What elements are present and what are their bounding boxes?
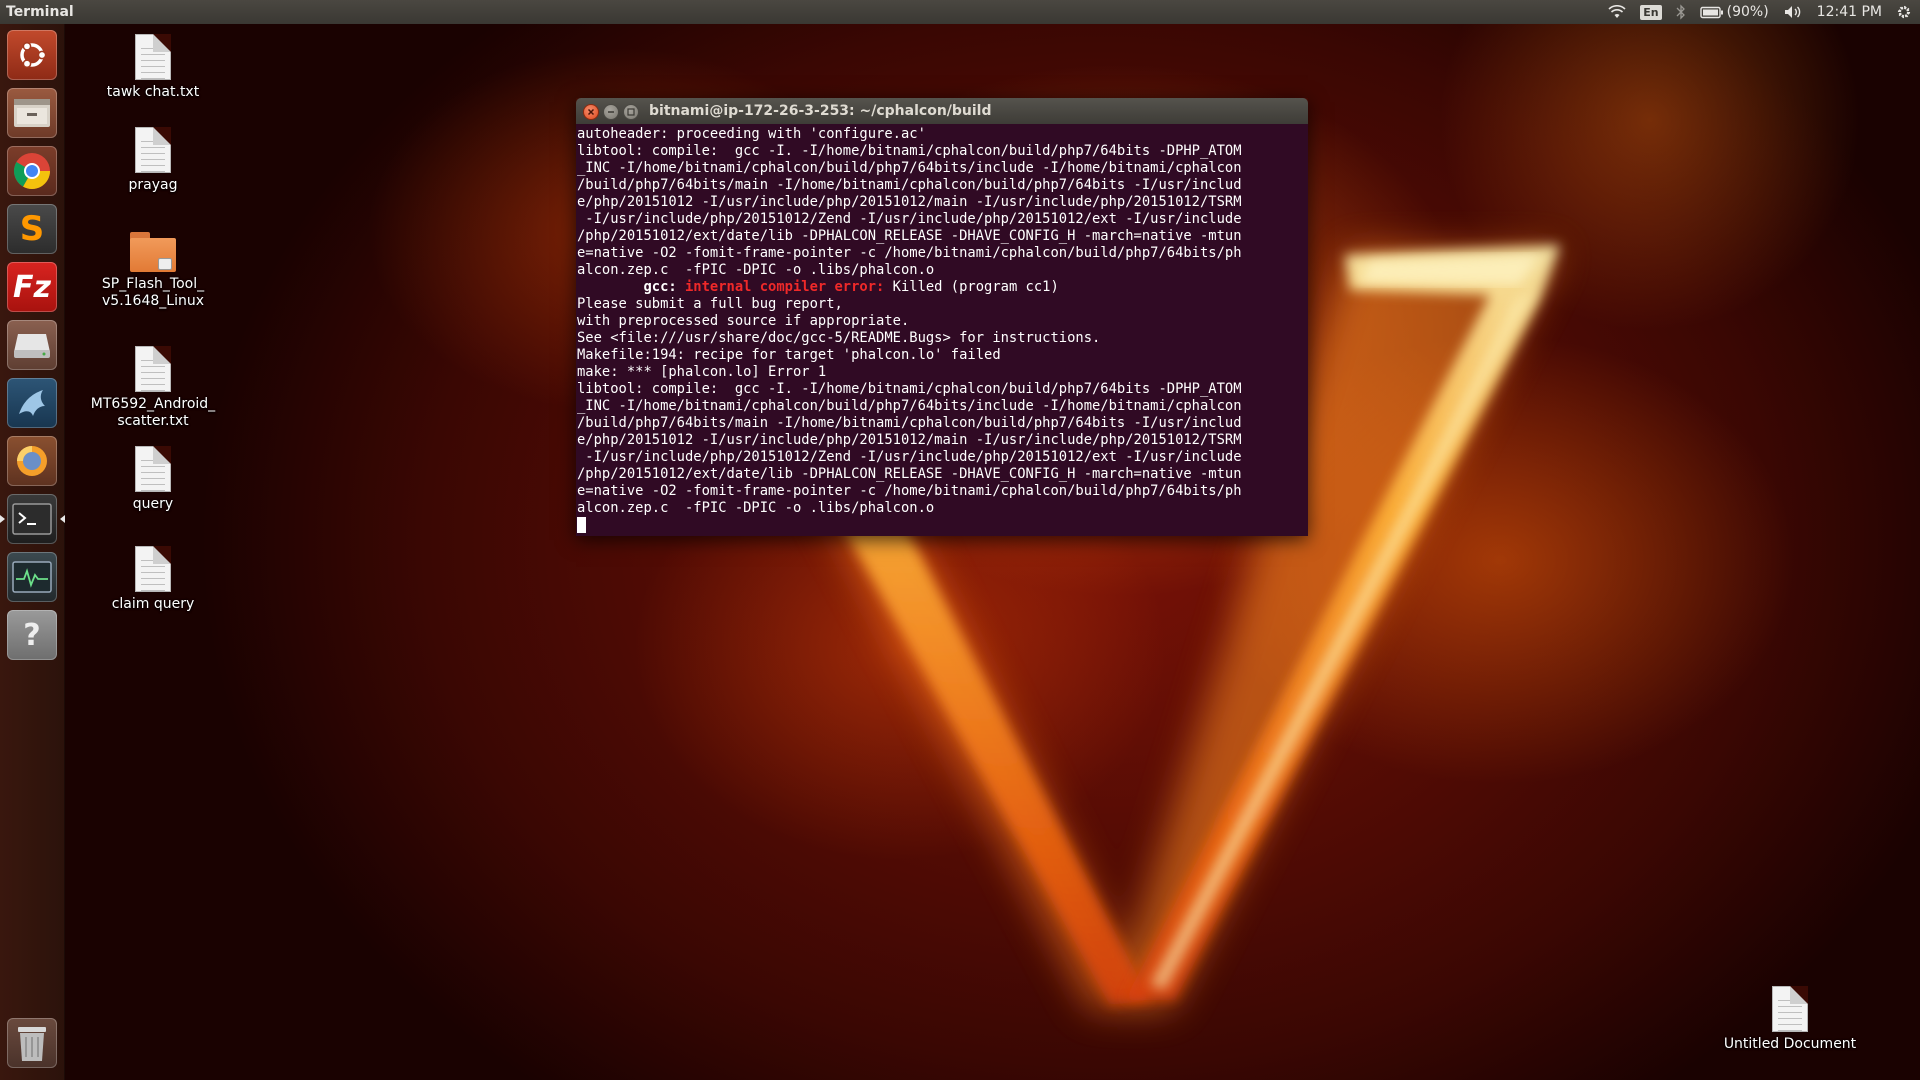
desktop-icon-mt6592-scatter[interactable]: MT6592_Android_ scatter.txt [83, 346, 223, 430]
minimize-window-button[interactable] [603, 104, 619, 120]
internal-compiler-error-text: internal compiler error: [684, 279, 885, 295]
terminal-output-line: alcon.zep.c -fPIC -DPIC -o .libs/phalcon… [577, 262, 935, 278]
unity-launcher: S Fz ? [0, 24, 65, 1080]
text-file-icon [135, 346, 171, 392]
hard-drive-icon [14, 334, 50, 358]
terminal-output-line: /php/20151012/ext/date/lib -DPHALCON_REL… [577, 466, 1242, 482]
launcher-help[interactable]: ? [7, 610, 57, 660]
desktop-icon-query[interactable]: query [83, 446, 223, 513]
launcher-mysql-workbench[interactable] [7, 378, 57, 428]
bluetooth-icon[interactable] [1676, 4, 1686, 20]
launcher-sublime-text[interactable]: S [7, 204, 57, 254]
sublime-text-icon: S [19, 209, 45, 249]
gcc-prefix: gcc: [577, 279, 685, 295]
top-panel: Terminal En (90%) 12:41 PM [0, 0, 1920, 24]
maximize-window-button[interactable] [623, 104, 639, 120]
terminal-window-title: bitnami@ip-172-26-3-253: ~/cphalcon/buil… [649, 103, 992, 119]
desktop-icon-sp-flash-tool[interactable]: SP_Flash_Tool_ v5.1648_Linux [83, 228, 223, 310]
launcher-trash[interactable] [7, 1018, 57, 1068]
text-cursor [577, 517, 586, 533]
clock[interactable]: 12:41 PM [1817, 0, 1882, 24]
terminal-output-line: Makefile:194: recipe for target 'phalcon… [577, 347, 1001, 363]
killed-message: Killed (program cc1) [884, 279, 1059, 295]
desktop-icon-label: tawk chat.txt [106, 84, 200, 100]
system-monitor-icon [12, 561, 52, 593]
terminal-output-line: libtool: compile: gcc -I. -I/home/bitnam… [577, 381, 1242, 397]
filezilla-icon: Fz [13, 269, 51, 305]
launcher-running-indicator [0, 515, 5, 523]
close-window-button[interactable] [583, 104, 599, 120]
terminal-output-line: e=native -O2 -fomit-frame-pointer -c /ho… [577, 483, 1242, 499]
terminal-error-line: gcc: internal compiler error: Killed (pr… [577, 279, 1308, 296]
terminal-prompt-line[interactable] [577, 517, 1308, 534]
desktop-icon-label: MT6592_Android_ scatter.txt [90, 396, 216, 429]
locked-folder-icon [130, 232, 176, 272]
terminal-output-line: Please submit a full bug report, [577, 296, 843, 312]
terminal-output-line: alcon.zep.c -fPIC -DPIC -o .libs/phalcon… [577, 500, 935, 516]
settings-gear-icon[interactable] [1896, 4, 1912, 20]
desktop-icon-untitled-document[interactable]: Untitled Document [1720, 986, 1860, 1053]
help-icon: ? [23, 617, 41, 653]
text-file-icon [1772, 986, 1808, 1032]
ubuntu-logo-icon [20, 41, 47, 69]
terminal-output-line: See <file:///usr/share/doc/gcc-5/README.… [577, 330, 1101, 346]
text-file-icon [135, 34, 171, 80]
launcher-focus-indicator [60, 515, 65, 523]
launcher-filezilla[interactable]: Fz [7, 262, 57, 312]
desktop-icon-prayag[interactable]: prayag [83, 127, 223, 194]
launcher-ubuntu-dash[interactable] [7, 30, 57, 80]
terminal-icon [12, 503, 52, 535]
launcher-files[interactable] [7, 88, 57, 138]
minimize-icon [608, 111, 614, 113]
terminal-output-line: e=native -O2 -fomit-frame-pointer -c /ho… [577, 245, 1242, 261]
close-icon [587, 108, 595, 116]
trash-icon [18, 1027, 46, 1061]
launcher-system-monitor[interactable] [7, 552, 57, 602]
launcher-terminal[interactable] [7, 494, 57, 544]
volume-icon[interactable] [1783, 4, 1803, 20]
blender-icon [17, 446, 47, 476]
launcher-disks[interactable] [7, 320, 57, 370]
text-file-icon [135, 127, 171, 173]
terminal-window[interactable]: bitnami@ip-172-26-3-253: ~/cphalcon/buil… [576, 98, 1308, 536]
terminal-output-line: e/php/20151012 -I/usr/include/php/201510… [577, 432, 1242, 448]
terminal-output-line: with preprocessed source if appropriate. [577, 313, 910, 329]
terminal-output-line: e/php/20151012 -I/usr/include/php/201510… [577, 194, 1242, 210]
terminal-output-line: _INC -I/home/bitnami/cphalcon/build/php7… [577, 398, 1242, 414]
terminal-output[interactable]: autoheader: proceeding with 'configure.a… [576, 124, 1308, 536]
file-manager-icon [14, 99, 50, 127]
terminal-output-line: -I/usr/include/php/20151012/Zend -I/usr/… [577, 211, 1242, 227]
wifi-icon[interactable] [1608, 5, 1626, 19]
panel-app-title: Terminal [6, 4, 74, 20]
desktop-icon-label: query [132, 496, 174, 512]
terminal-titlebar[interactable]: bitnami@ip-172-26-3-253: ~/cphalcon/buil… [576, 98, 1308, 124]
panel-indicators: En (90%) 12:41 PM [1608, 0, 1912, 24]
battery-indicator[interactable]: (90%) [1699, 0, 1769, 24]
chrome-icon [13, 153, 51, 190]
terminal-output-line: -I/usr/include/php/20151012/Zend -I/usr/… [577, 449, 1242, 465]
terminal-output-line: /php/20151012/ext/date/lib -DPHALCON_REL… [577, 228, 1242, 244]
terminal-output-line: make: *** [phalcon.lo] Error 1 [577, 364, 827, 380]
battery-icon [1699, 6, 1723, 18]
maximize-icon [627, 108, 635, 116]
text-file-icon [135, 546, 171, 592]
desktop-icon-label: claim query [111, 596, 195, 612]
terminal-output-line: libtool: compile: gcc -I. -I/home/bitnam… [577, 143, 1242, 159]
terminal-output-line: /build/php7/64bits/main -I/home/bitnami/… [577, 177, 1242, 193]
desktop-icon-claim-query[interactable]: claim query [83, 546, 223, 613]
desktop-icon-tawk-chat[interactable]: tawk chat.txt [83, 34, 223, 101]
battery-percentage: (90%) [1726, 4, 1769, 20]
desktop-icon-label: Untitled Document [1723, 1036, 1857, 1052]
desktop-icon-label: SP_Flash_Tool_ v5.1648_Linux [101, 276, 205, 309]
terminal-output-line: _INC -I/home/bitnami/cphalcon/build/php7… [577, 160, 1242, 176]
terminal-output-line: /build/php7/64bits/main -I/home/bitnami/… [577, 415, 1242, 431]
desktop-icon-label: prayag [128, 177, 178, 193]
dolphin-icon [19, 390, 45, 416]
launcher-chrome[interactable] [7, 146, 57, 196]
keyboard-layout-indicator[interactable]: En [1640, 4, 1662, 20]
terminal-output-line: autoheader: proceeding with 'configure.a… [577, 126, 926, 142]
launcher-blender[interactable] [7, 436, 57, 486]
text-file-icon [135, 446, 171, 492]
